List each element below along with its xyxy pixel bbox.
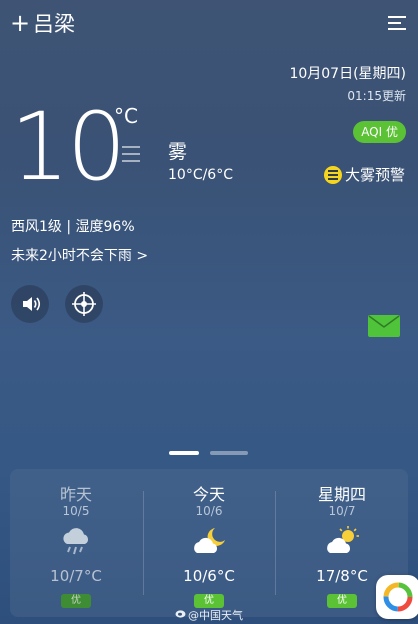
- add-city-button[interactable]: +: [10, 10, 30, 36]
- forecast-day-today[interactable]: 今天 10/6 10/6°C 优: [143, 469, 275, 617]
- forecast-aqi-badge: 优: [327, 594, 357, 608]
- forecast-date: 10/5: [62, 504, 90, 518]
- weather-warning[interactable]: 大雾预警: [345, 164, 405, 185]
- weibo-logo-icon: [175, 610, 186, 618]
- locate-button[interactable]: [65, 285, 103, 323]
- app-shortcut-button[interactable]: [376, 575, 418, 619]
- current-date: 10月07日(星期四): [289, 66, 406, 82]
- speaker-icon: [23, 297, 41, 311]
- current-temperature: 10: [10, 93, 127, 202]
- forecast-aqi-badge: 优: [194, 594, 224, 608]
- forecast-day-yesterday[interactable]: 昨天 10/5 10/7°C 优: [10, 469, 142, 617]
- fog-warning-icon[interactable]: [324, 166, 342, 184]
- rain-forecast-link[interactable]: 未来2小时不会下雨 >: [11, 245, 148, 265]
- fog-icon: [122, 146, 140, 162]
- forecast-panel: 昨天 10/5 10/7°C 优 今天 10/6 10/6°C 优 星期四 10…: [10, 469, 408, 617]
- forecast-day-name: 今天: [192, 485, 225, 504]
- forecast-day-name: 星期四: [317, 485, 366, 504]
- hamburger-menu-icon[interactable]: [388, 15, 406, 31]
- locate-icon: [72, 292, 96, 316]
- forecast-temp-range: 10/6°C: [183, 567, 235, 585]
- forecast-temp-range: 10/7°C: [50, 567, 102, 585]
- envelope-icon: [368, 315, 400, 328]
- temperature-unit: °C: [114, 104, 138, 128]
- wind-humidity: 西风1级 | 湿度96%: [11, 219, 135, 235]
- city-name[interactable]: 吕梁: [33, 11, 75, 37]
- update-time: 01:15更新: [347, 89, 406, 103]
- mail-icon[interactable]: [368, 315, 400, 337]
- app-logo-icon: [383, 582, 413, 612]
- voice-broadcast-button[interactable]: [11, 285, 49, 323]
- watermark-text: @中国天气: [188, 609, 243, 622]
- page-indicator-inactive[interactable]: [210, 451, 248, 455]
- forecast-day-name: 昨天: [59, 485, 92, 504]
- temperature-range: 10°C/6°C: [168, 167, 233, 183]
- rain-cloud-icon: [63, 528, 89, 555]
- aqi-badge[interactable]: AQI 优: [353, 121, 406, 143]
- page-indicator-active[interactable]: [169, 451, 199, 455]
- forecast-date: 10/7: [328, 504, 356, 518]
- weather-condition: 雾: [168, 141, 188, 163]
- partly-cloudy-night-icon: [194, 528, 225, 553]
- forecast-date: 10/6: [195, 504, 223, 518]
- partly-cloudy-day-icon: [327, 526, 359, 553]
- forecast-aqi-badge: 优: [61, 594, 91, 608]
